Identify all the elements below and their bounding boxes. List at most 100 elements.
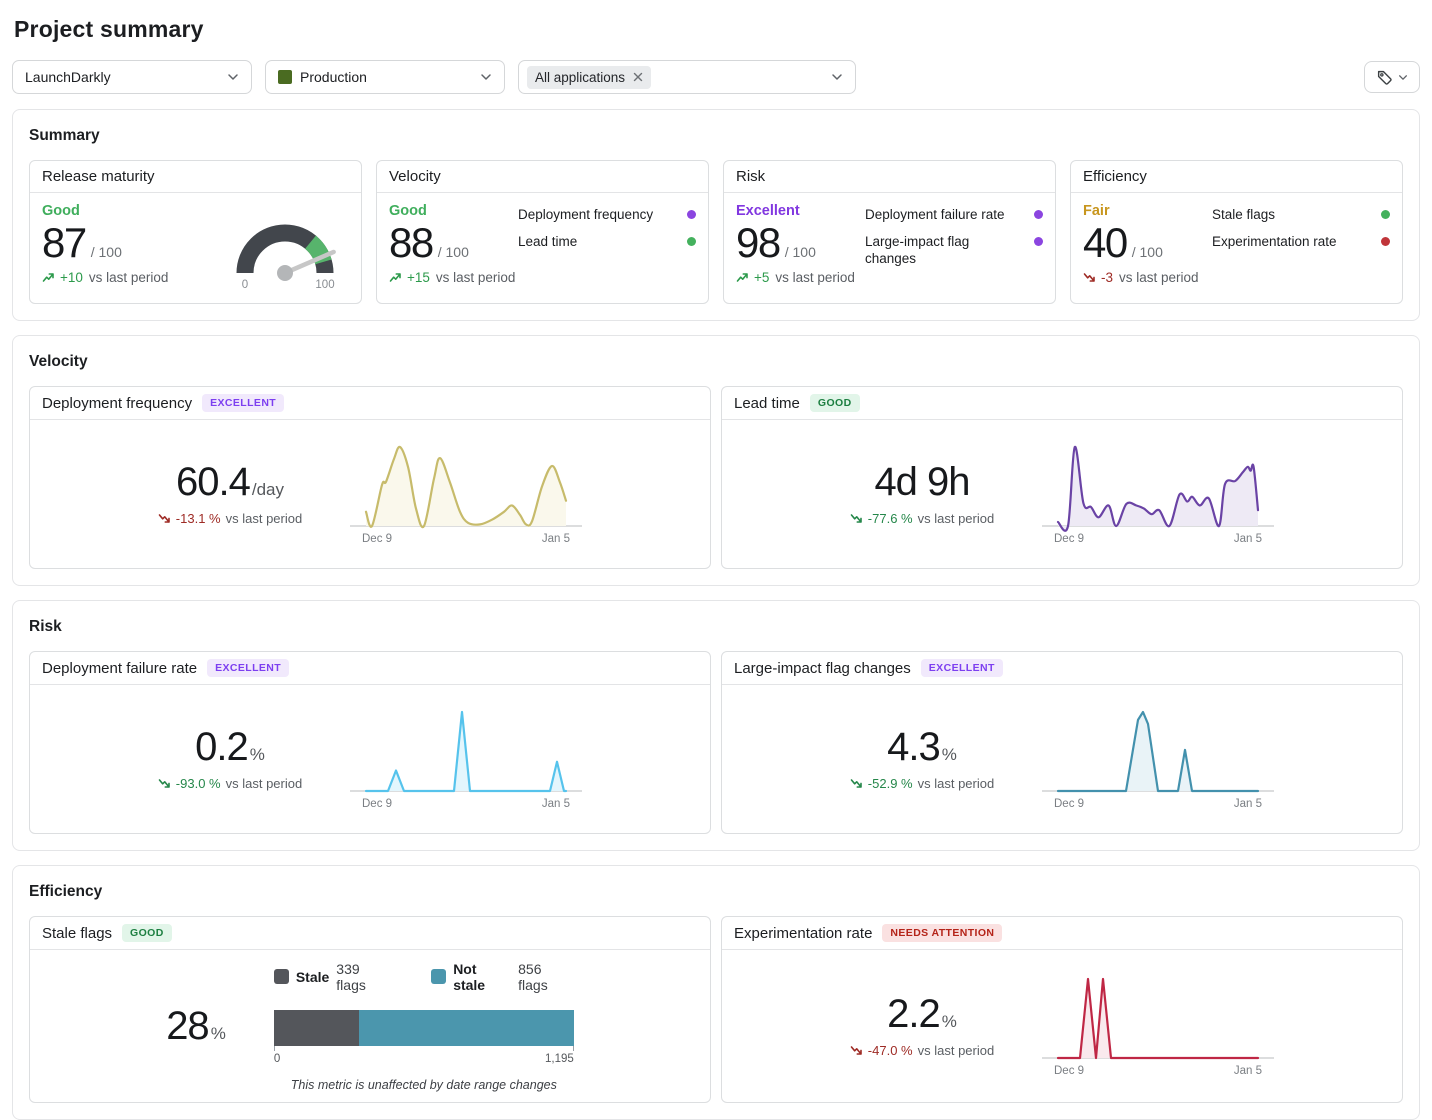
risk-legend: Deployment failure rate Large-impact fla… bbox=[865, 203, 1043, 285]
chevron-down-icon bbox=[480, 73, 492, 81]
legend-label: Experimentation rate bbox=[1212, 233, 1371, 251]
close-icon[interactable] bbox=[633, 72, 643, 82]
large-impact-flag-changes-chart: Dec 9 Jan 5 bbox=[1042, 707, 1274, 811]
experimentation-rate-chart: Dec 9Jan 5 bbox=[1042, 974, 1274, 1078]
legend-count: 339 flags bbox=[336, 961, 391, 993]
change-row: -77.6 % vs last period bbox=[850, 511, 994, 526]
legend-label: Deployment frequency bbox=[518, 206, 677, 224]
not-stale-segment bbox=[359, 1010, 574, 1046]
trend-up-icon bbox=[389, 272, 402, 283]
change-label: vs last period bbox=[918, 511, 995, 526]
legend-count: 856 flags bbox=[518, 961, 574, 993]
axis-max: 1,195 bbox=[545, 1053, 574, 1065]
applications-chip-label: All applications bbox=[535, 70, 625, 85]
bar-axis-labels: 0 1,195 bbox=[274, 1053, 574, 1065]
trend-down-icon bbox=[158, 513, 171, 524]
status-badge: EXCELLENT bbox=[202, 394, 284, 412]
risk-heading: Risk bbox=[29, 618, 1403, 636]
chevron-down-icon bbox=[1398, 74, 1408, 81]
trend-row: +10 vs last period bbox=[42, 270, 168, 285]
score-max: / 100 bbox=[91, 244, 122, 260]
svg-text:Jan 5: Jan 5 bbox=[1234, 798, 1262, 810]
velocity-section: Velocity Deployment frequency EXCELLENT … bbox=[12, 335, 1420, 586]
card-title: Release maturity bbox=[42, 168, 155, 185]
change-label: vs last period bbox=[918, 776, 995, 791]
metric-title: Experimentation rate bbox=[734, 925, 872, 942]
metric-unit: % bbox=[250, 745, 265, 765]
release-maturity-gauge: 0100 bbox=[221, 203, 349, 291]
trend-label: vs last period bbox=[89, 270, 169, 285]
legend-item-stale: Stale 339 flags bbox=[274, 961, 391, 993]
environment-select-value: Production bbox=[300, 69, 367, 85]
deployment-frequency-card: Deployment frequency EXCELLENT 60.4 /day… bbox=[29, 386, 711, 569]
metric-title: Large-impact flag changes bbox=[734, 660, 911, 677]
metric-title: Deployment failure rate bbox=[42, 660, 197, 677]
metric-title: Deployment frequency bbox=[42, 395, 192, 412]
svg-text:Jan 5: Jan 5 bbox=[1234, 533, 1262, 545]
svg-text:100: 100 bbox=[315, 279, 334, 291]
svg-text:Dec 9: Dec 9 bbox=[1054, 798, 1084, 810]
stale-flags-legend: Stale 339 flags Not stale 856 flags bbox=[274, 961, 574, 993]
metric-value: 4d 9h bbox=[874, 462, 969, 502]
status-label: Excellent bbox=[736, 203, 855, 219]
summary-heading: Summary bbox=[29, 127, 1403, 145]
efficiency-section: Efficiency Stale flags GOOD 28 % bbox=[12, 865, 1420, 1120]
change-value: -47.0 % bbox=[868, 1043, 913, 1058]
change-row: -93.0 % vs last period bbox=[158, 776, 302, 791]
trend-row: +15 vs last period bbox=[389, 270, 515, 285]
svg-text:Jan 5: Jan 5 bbox=[542, 533, 570, 545]
not-stale-swatch bbox=[431, 969, 446, 984]
metric-title: Lead time bbox=[734, 395, 800, 412]
trend-up-icon bbox=[736, 272, 749, 283]
deployment-frequency-chart: Dec 9Jan 5 bbox=[350, 442, 582, 546]
status-label: Fair bbox=[1083, 203, 1199, 219]
efficiency-legend: Stale flags Experimentation rate bbox=[1212, 203, 1390, 285]
trend-label: vs last period bbox=[1119, 270, 1199, 285]
summary-section: Summary Release maturity Good 87 / 100 +… bbox=[12, 109, 1420, 321]
experimentation-rate-card: Experimentation rate NEEDS ATTENTION 2.2… bbox=[721, 916, 1403, 1103]
score-max: / 100 bbox=[1132, 244, 1163, 260]
legend-label: Large-impact flag changes bbox=[865, 233, 1024, 268]
trend-value: +10 bbox=[60, 270, 83, 285]
trend-value: +5 bbox=[754, 270, 769, 285]
change-label: vs last period bbox=[226, 776, 303, 791]
bar-axis-ticks bbox=[274, 1046, 574, 1051]
legend-dot bbox=[687, 210, 696, 219]
change-label: vs last period bbox=[918, 1043, 995, 1058]
change-row: -47.0 % vs last period bbox=[850, 1043, 994, 1058]
trend-down-icon bbox=[1083, 272, 1096, 283]
applications-select[interactable]: All applications bbox=[518, 60, 856, 94]
risk-section: Risk Deployment failure rate EXCELLENT 0… bbox=[12, 600, 1420, 851]
risk-summary-card: Risk Excellent 98 / 100 +5 vs last perio… bbox=[723, 160, 1056, 304]
environment-select[interactable]: Production bbox=[265, 60, 505, 94]
svg-text:Dec 9: Dec 9 bbox=[362, 798, 392, 810]
page-title: Project summary bbox=[14, 16, 1420, 43]
axis-min: 0 bbox=[274, 1053, 280, 1065]
card-title: Velocity bbox=[389, 168, 441, 185]
legend-label: Stale flags bbox=[1212, 206, 1371, 224]
stale-flags-chart: Stale 339 flags Not stale 856 flags bbox=[274, 961, 574, 1092]
applications-chip[interactable]: All applications bbox=[527, 66, 651, 89]
trend-value: -3 bbox=[1101, 270, 1113, 285]
stale-flags-card: Stale flags GOOD 28 % Stale 339 flags bbox=[29, 916, 711, 1103]
trend-up-icon bbox=[42, 272, 55, 283]
status-label: Good bbox=[42, 203, 168, 219]
status-badge: EXCELLENT bbox=[921, 659, 1003, 677]
project-select[interactable]: LaunchDarkly bbox=[12, 60, 252, 94]
trend-row: +5 vs last period bbox=[736, 270, 855, 285]
metric-value: 60.4 bbox=[176, 462, 250, 502]
trend-value: +15 bbox=[407, 270, 430, 285]
change-row: -52.9 % vs last period bbox=[850, 776, 994, 791]
score-value: 40 bbox=[1083, 222, 1127, 264]
metric-value: 2.2 bbox=[887, 994, 940, 1034]
status-label: Good bbox=[389, 203, 515, 219]
change-label: vs last period bbox=[226, 511, 303, 526]
trend-down-icon bbox=[850, 1045, 863, 1056]
metric-value: 28 bbox=[166, 1006, 209, 1046]
tags-filter-button[interactable] bbox=[1364, 61, 1420, 93]
trend-row: -3 vs last period bbox=[1083, 270, 1199, 285]
change-row: -13.1 % vs last period bbox=[158, 511, 302, 526]
legend-item-not-stale: Not stale 856 flags bbox=[431, 961, 574, 993]
svg-text:Jan 5: Jan 5 bbox=[542, 798, 570, 810]
deployment-failure-rate-card: Deployment failure rate EXCELLENT 0.2 % … bbox=[29, 651, 711, 834]
